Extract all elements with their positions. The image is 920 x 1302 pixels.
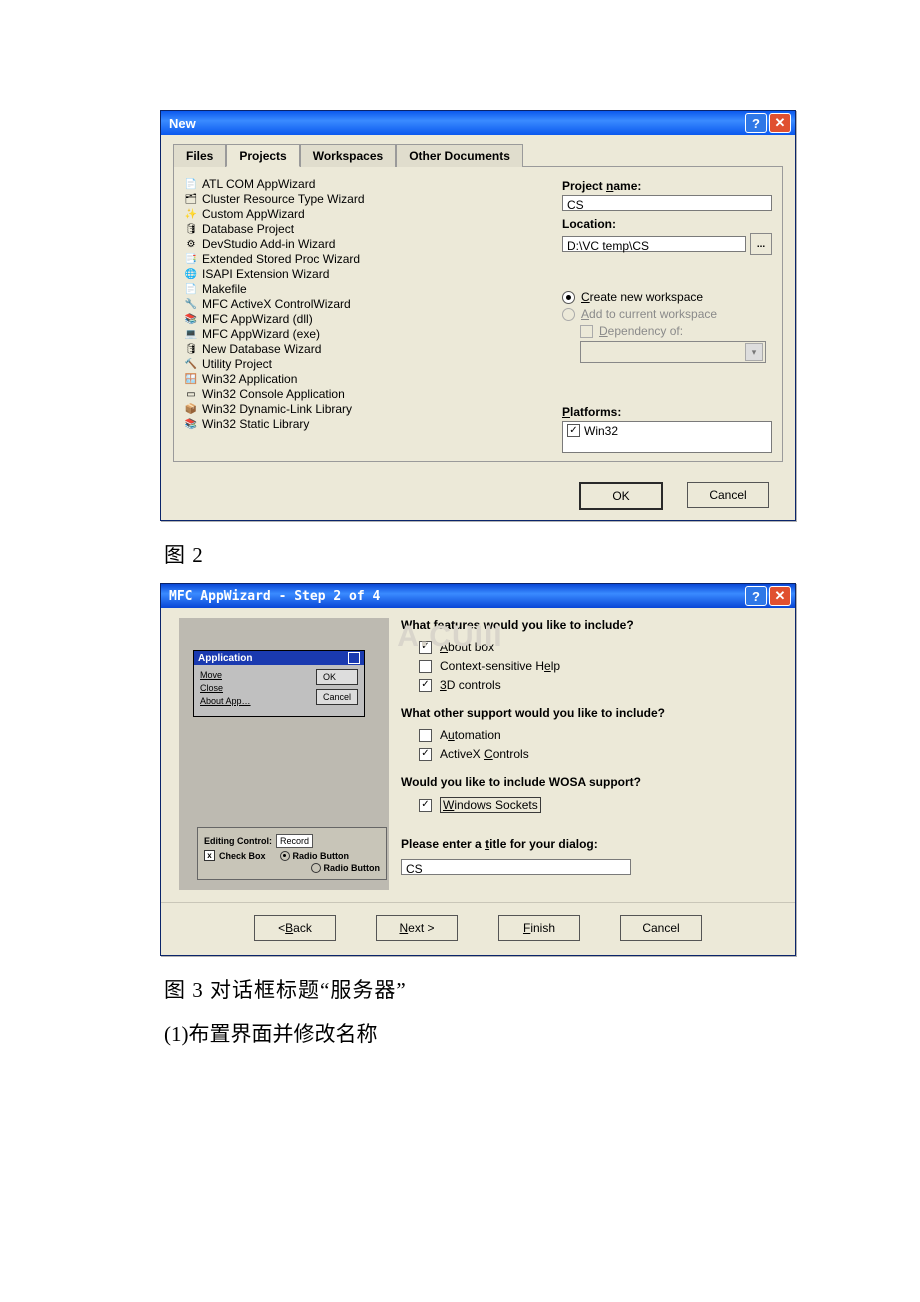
dependency-checkbox: Dependency of: — [580, 324, 772, 338]
console-icon: ▭ — [184, 389, 198, 401]
mini-cancel-button: Cancel — [316, 689, 358, 705]
tab-other-documents[interactable]: Other Documents — [396, 144, 523, 167]
list-item[interactable]: ✨Custom AppWizard — [184, 207, 544, 222]
browse-button[interactable]: ... — [750, 233, 772, 255]
list-item[interactable]: 🛢New Database Wizard — [184, 342, 544, 357]
list-item[interactable]: ▭Win32 Console Application — [184, 387, 544, 402]
database-icon: 🛢 — [184, 344, 198, 356]
checkbox-icon — [419, 660, 432, 673]
mini-app-window: Application Move Close About App… OK — [193, 650, 365, 717]
close-icon[interactable]: ✕ — [769, 586, 791, 606]
wizard-icon: 📄 — [184, 179, 198, 191]
checkbox-icon[interactable] — [567, 424, 580, 437]
isapi-icon: 🌐 — [184, 269, 198, 281]
cancel-button[interactable]: Cancel — [620, 915, 702, 941]
tab-projects[interactable]: Projects — [226, 144, 299, 167]
tab-files[interactable]: Files — [173, 144, 226, 167]
makefile-icon: 📄 — [184, 284, 198, 296]
automation-checkbox[interactable]: Automation — [419, 728, 777, 742]
body-text: (1)布置界面并修改名称 — [164, 1018, 790, 1048]
checkbox-icon — [419, 729, 432, 742]
cancel-button[interactable]: Cancel — [687, 482, 769, 508]
wizard-icon: 🗂 — [184, 194, 198, 206]
mfc-exe-icon: 💻 — [184, 329, 198, 341]
radio-icon — [562, 291, 575, 304]
3d-controls-checkbox[interactable]: 3D controls — [419, 678, 777, 692]
proc-icon: 📑 — [184, 254, 198, 266]
list-item[interactable]: 📄Makefile — [184, 282, 544, 297]
location-input[interactable]: D:\VC temp\CS — [562, 236, 746, 252]
preview-pane: Application Move Close About App… OK — [161, 608, 397, 902]
context-help-checkbox[interactable]: Context-sensitive Help — [419, 659, 777, 673]
list-item[interactable]: 📦Win32 Dynamic-Link Library — [184, 402, 544, 417]
list-item[interactable]: 🗂Cluster Resource Type Wizard — [184, 192, 544, 207]
about-box-checkbox[interactable]: About box — [419, 640, 777, 654]
finish-button[interactable]: Finish — [498, 915, 580, 941]
dialog-title-input[interactable]: CS — [401, 859, 631, 875]
dependency-combo: ▾ — [580, 341, 766, 363]
list-item[interactable]: 🔨Utility Project — [184, 357, 544, 372]
tab-strip: Files Projects Workspaces Other Document… — [173, 143, 783, 167]
checkbox-icon — [419, 679, 432, 692]
title-prompt: Please enter a title for your dialog: — [401, 837, 777, 851]
radio-icon — [562, 308, 575, 321]
dll-icon: 📦 — [184, 404, 198, 416]
figure-caption: 图 2 — [164, 539, 790, 569]
utility-icon: 🔨 — [184, 359, 198, 371]
features-header: What features would you like to include? — [401, 618, 777, 632]
tab-workspaces[interactable]: Workspaces — [300, 144, 396, 167]
windows-sockets-checkbox[interactable]: Windows Sockets — [419, 797, 777, 813]
dialog-title: New — [169, 116, 745, 131]
chevron-down-icon: ▾ — [745, 343, 763, 361]
add-workspace-radio: Add to current workspace — [562, 307, 772, 321]
platforms-label: Platforms: — [562, 405, 772, 419]
editing-control-panel: Editing Control: Record Check Box Radio … — [197, 827, 387, 880]
checkbox-icon — [580, 325, 593, 338]
list-item[interactable]: 🛢Database Project — [184, 222, 544, 237]
list-item[interactable]: 🌐ISAPI Extension Wizard — [184, 267, 544, 282]
create-workspace-radio[interactable]: Create new workspace — [562, 290, 772, 304]
wosa-header: Would you like to include WOSA support? — [401, 775, 777, 789]
addin-icon: ⚙ — [184, 239, 198, 251]
titlebar[interactable]: MFC AppWizard - Step 2 of 4 ? ✕ — [161, 584, 795, 608]
figure-caption: 图 3 对话框标题“服务器” — [164, 974, 790, 1004]
list-item[interactable]: 📑Extended Stored Proc Wizard — [184, 252, 544, 267]
list-item[interactable]: 💻MFC AppWizard (exe) — [184, 327, 544, 342]
checkbox-icon — [419, 748, 432, 761]
mini-ok-button: OK — [316, 669, 358, 685]
next-button[interactable]: Next > — [376, 915, 458, 941]
wizard-icon: ✨ — [184, 209, 198, 221]
checkbox-icon — [419, 799, 432, 812]
ok-button[interactable]: OK — [579, 482, 663, 510]
new-dialog: New ? ✕ Files Projects Workspaces Other … — [160, 110, 796, 521]
location-label: Location: — [562, 217, 772, 231]
list-item[interactable]: ⚙DevStudio Add-in Wizard — [184, 237, 544, 252]
list-item[interactable]: 🔧MFC ActiveX ControlWizard — [184, 297, 544, 312]
checkbox-icon — [419, 641, 432, 654]
close-icon[interactable]: ✕ — [769, 113, 791, 133]
database-icon: 🛢 — [184, 224, 198, 236]
list-item[interactable]: 📄ATL COM AppWizard — [184, 177, 544, 192]
mfc-dll-icon: 📚 — [184, 314, 198, 326]
list-item[interactable]: 🪟Win32 Application — [184, 372, 544, 387]
project-name-label: Project name: — [562, 179, 772, 193]
platforms-list[interactable]: Win32 — [562, 421, 772, 453]
activex-icon: 🔧 — [184, 299, 198, 311]
project-name-input[interactable]: CS — [562, 195, 772, 211]
checkbox-icon — [204, 850, 215, 861]
back-button[interactable]: < Back — [254, 915, 336, 941]
list-item[interactable]: 📚Win32 Static Library — [184, 417, 544, 432]
help-icon[interactable]: ? — [745, 113, 767, 133]
list-item[interactable]: 📚MFC AppWizard (dll) — [184, 312, 544, 327]
mfc-wizard-dialog: MFC AppWizard - Step 2 of 4 ? ✕ WWW.UUUC… — [160, 583, 796, 956]
titlebar[interactable]: New ? ✕ — [161, 111, 795, 135]
static-lib-icon: 📚 — [184, 419, 198, 431]
project-type-list[interactable]: 📄ATL COM AppWizard 🗂Cluster Resource Typ… — [184, 177, 544, 453]
help-icon[interactable]: ? — [745, 586, 767, 606]
activex-checkbox[interactable]: ActiveX Controls — [419, 747, 777, 761]
support-header: What other support would you like to inc… — [401, 706, 777, 720]
win32-app-icon: 🪟 — [184, 374, 198, 386]
dialog-title: MFC AppWizard - Step 2 of 4 — [169, 589, 745, 604]
